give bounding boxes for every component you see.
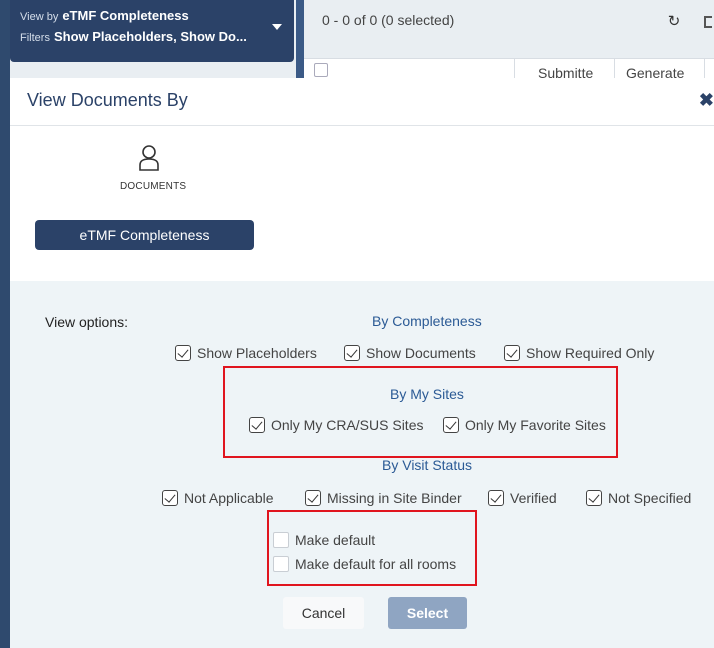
results-count: 0 - 0 of 0 (0 selected)	[322, 12, 455, 28]
section-title-sites: By My Sites	[390, 386, 464, 402]
panel-divider	[296, 0, 304, 90]
view-by-panel[interactable]: View by eTMF Completeness Filters Show Pla…	[10, 0, 294, 62]
checkbox[interactable]	[504, 345, 520, 361]
option-verified[interactable]: Verified	[488, 490, 557, 506]
option-label: Make default for all rooms	[295, 556, 457, 572]
option-label: Only My Favorite Sites	[465, 417, 606, 433]
checkbox[interactable]	[273, 556, 289, 572]
chevron-down-icon[interactable]	[272, 24, 282, 30]
checkbox[interactable]	[162, 490, 178, 506]
user-icon[interactable]	[138, 145, 160, 171]
checkbox[interactable]	[488, 490, 504, 506]
option-make-default[interactable]: Make default	[273, 532, 375, 548]
filters-label: Filters	[20, 32, 50, 44]
checkbox[interactable]	[249, 417, 265, 433]
select-button[interactable]: Select	[388, 597, 467, 629]
section-title-visit-status: By Visit Status	[382, 457, 473, 473]
option-label: Missing in Site Binder	[327, 490, 462, 506]
option-label: Make default	[295, 532, 376, 548]
checkbox[interactable]	[273, 532, 289, 548]
option-missing-in-site-binder[interactable]: Missing in Site Binder	[305, 490, 462, 506]
option-only-my-cra-sus-sites[interactable]: Only My CRA/SUS Sites	[249, 417, 423, 433]
left-edge-bar	[0, 0, 10, 648]
documents-label: DOCUMENTS	[120, 181, 187, 192]
column-toggle-icon[interactable]	[704, 16, 712, 28]
view-by-row: View by eTMF Completeness	[20, 6, 294, 27]
close-icon[interactable]: ✖	[699, 90, 714, 111]
modal-title: View Documents By	[27, 90, 188, 110]
option-not-specified[interactable]: Not Specified	[586, 490, 691, 506]
option-show-placeholders[interactable]: Show Placeholders	[175, 345, 317, 361]
view-by-label: View by	[20, 11, 59, 23]
checkbox[interactable]	[344, 345, 360, 361]
etmf-completeness-button[interactable]: eTMF Completeness	[35, 220, 254, 250]
option-only-my-favorite-sites[interactable]: Only My Favorite Sites	[443, 417, 606, 433]
checkbox[interactable]	[586, 490, 602, 506]
highlight-box-sites	[223, 366, 618, 458]
grid-toolbar: 0 - 0 of 0 (0 selected) ↻ Submitte Gener…	[304, 0, 714, 91]
checkbox[interactable]	[305, 490, 321, 506]
filters-value: Show Placeholders, Show Do...	[53, 29, 247, 44]
filters-row: Filters Show Placeholders, Show Do...	[20, 27, 294, 48]
document-type-section: DOCUMENTS eTMF Completeness	[10, 126, 714, 281]
option-label: Not Specified	[608, 490, 692, 506]
checkbox[interactable]	[443, 417, 459, 433]
modal-header: View Documents By ✖	[10, 78, 714, 126]
option-show-documents[interactable]: Show Documents	[344, 345, 476, 361]
option-label: Show Placeholders	[197, 345, 317, 361]
option-show-required-only[interactable]: Show Required Only	[504, 345, 654, 361]
option-label: Show Documents	[366, 345, 476, 361]
cancel-button[interactable]: Cancel	[283, 597, 364, 629]
view-options-label: View options:	[45, 314, 129, 330]
option-make-default-all-rooms[interactable]: Make default for all rooms	[273, 556, 456, 572]
option-label: Show Required Only	[526, 345, 655, 361]
highlight-box-defaults	[267, 510, 477, 586]
option-not-applicable[interactable]: Not Applicable	[162, 490, 274, 506]
option-label: Only My CRA/SUS Sites	[271, 417, 424, 433]
refresh-icon[interactable]: ↻	[666, 14, 682, 30]
option-label: Not Applicable	[184, 490, 274, 506]
checkbox[interactable]	[175, 345, 191, 361]
view-documents-modal: View Documents By ✖ DOCUMENTS eTMF Compl…	[10, 78, 714, 648]
select-all-checkbox[interactable]	[314, 63, 328, 77]
section-title-completeness: By Completeness	[372, 313, 482, 329]
option-label: Verified	[510, 490, 557, 506]
view-by-value: eTMF Completeness	[62, 8, 189, 23]
